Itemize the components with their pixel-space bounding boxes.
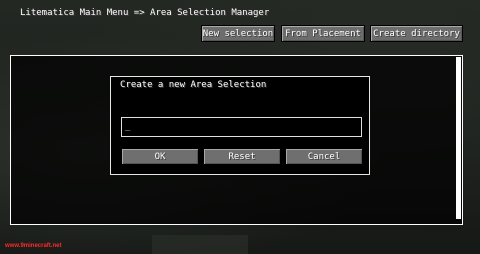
ok-button[interactable]: OK — [121, 148, 199, 165]
page-title: Litematica Main Menu => Area Selection M… — [20, 8, 270, 18]
create-directory-button[interactable]: Create directory — [370, 25, 463, 42]
browser-scrollbar[interactable] — [456, 57, 461, 219]
reset-button[interactable]: Reset — [203, 148, 281, 165]
from-placement-button[interactable]: From Placement — [281, 25, 365, 42]
selection-name-input[interactable]: _ — [121, 117, 362, 137]
new-selection-button[interactable]: New selection — [201, 25, 275, 42]
background-block — [152, 235, 248, 254]
cancel-button[interactable]: Cancel — [285, 148, 363, 165]
dialog-title: Create a new Area Selection — [120, 80, 267, 90]
watermark-text: www.9minecraft.net — [5, 243, 62, 249]
